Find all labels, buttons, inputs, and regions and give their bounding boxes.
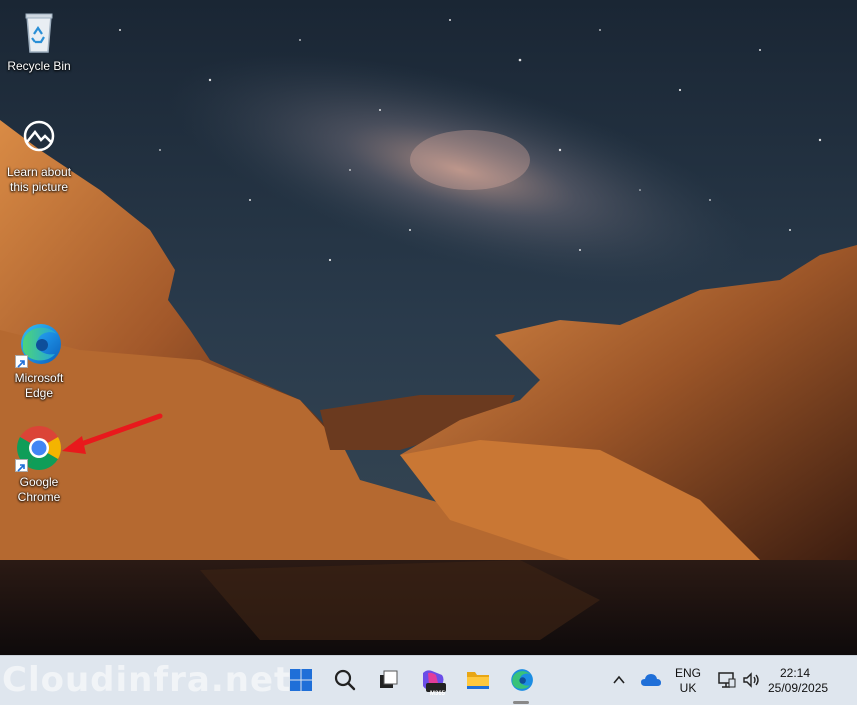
desktop-icon-recycle-bin[interactable]: Recycle Bin (1, 8, 77, 74)
volume-icon (743, 672, 759, 688)
desktop: Recycle Bin Learn about this picture Mic… (0, 0, 857, 655)
taskbar: Cloudinfra.net M365 ENG UK 22:14 25/09/2… (0, 655, 857, 705)
wallpaper (0, 0, 857, 655)
search-button[interactable] (330, 665, 360, 695)
recycle-bin-icon (15, 8, 63, 56)
windows-logo-icon (290, 669, 312, 691)
edge-icon (15, 320, 63, 368)
annotation-arrow (62, 413, 163, 454)
task-view-icon (380, 670, 398, 688)
running-indicator (513, 701, 529, 704)
m365-copilot-icon (423, 670, 446, 692)
clock-date: 25/09/2025 (768, 681, 829, 695)
start-button[interactable] (286, 665, 316, 695)
learn-about-picture-label: Learn about this picture (6, 165, 72, 194)
learn-about-picture-icon (15, 114, 63, 162)
watermark: Cloudinfra.net (2, 660, 292, 700)
clock-time: 22:14 (779, 666, 811, 680)
onedrive-button[interactable] (636, 665, 666, 695)
shortcut-arrow-icon (15, 355, 28, 368)
onedrive-cloud-icon (641, 674, 661, 686)
language-label: ENG (674, 666, 701, 680)
network-icon (718, 672, 736, 688)
shortcut-arrow-icon (15, 459, 28, 472)
volume-button[interactable] (736, 665, 766, 695)
region-label: UK (679, 681, 697, 695)
m365-app-button[interactable]: M365 (418, 665, 448, 697)
search-icon (334, 669, 356, 691)
edge-icon (511, 669, 533, 691)
recycle-bin-label: Recycle Bin (7, 59, 71, 73)
edge-taskbar-button[interactable] (506, 665, 536, 695)
microsoft-edge-label: Microsoft Edge (14, 371, 64, 400)
desktop-icon-learn-about-picture[interactable]: Learn about this picture (1, 114, 77, 195)
file-explorer-button[interactable] (463, 665, 493, 695)
show-hidden-icons-button[interactable] (604, 665, 634, 695)
desktop-icon-microsoft-edge[interactable]: Microsoft Edge (1, 320, 77, 401)
task-view-button[interactable] (373, 665, 403, 695)
google-chrome-label: Google Chrome (17, 475, 61, 504)
language-indicator[interactable]: ENG UK (670, 666, 706, 696)
m365-badge: M365 (430, 691, 446, 697)
folder-icon (467, 672, 489, 689)
chevron-up-icon (613, 675, 625, 684)
clock[interactable]: 22:14 25/09/2025 (768, 666, 829, 696)
